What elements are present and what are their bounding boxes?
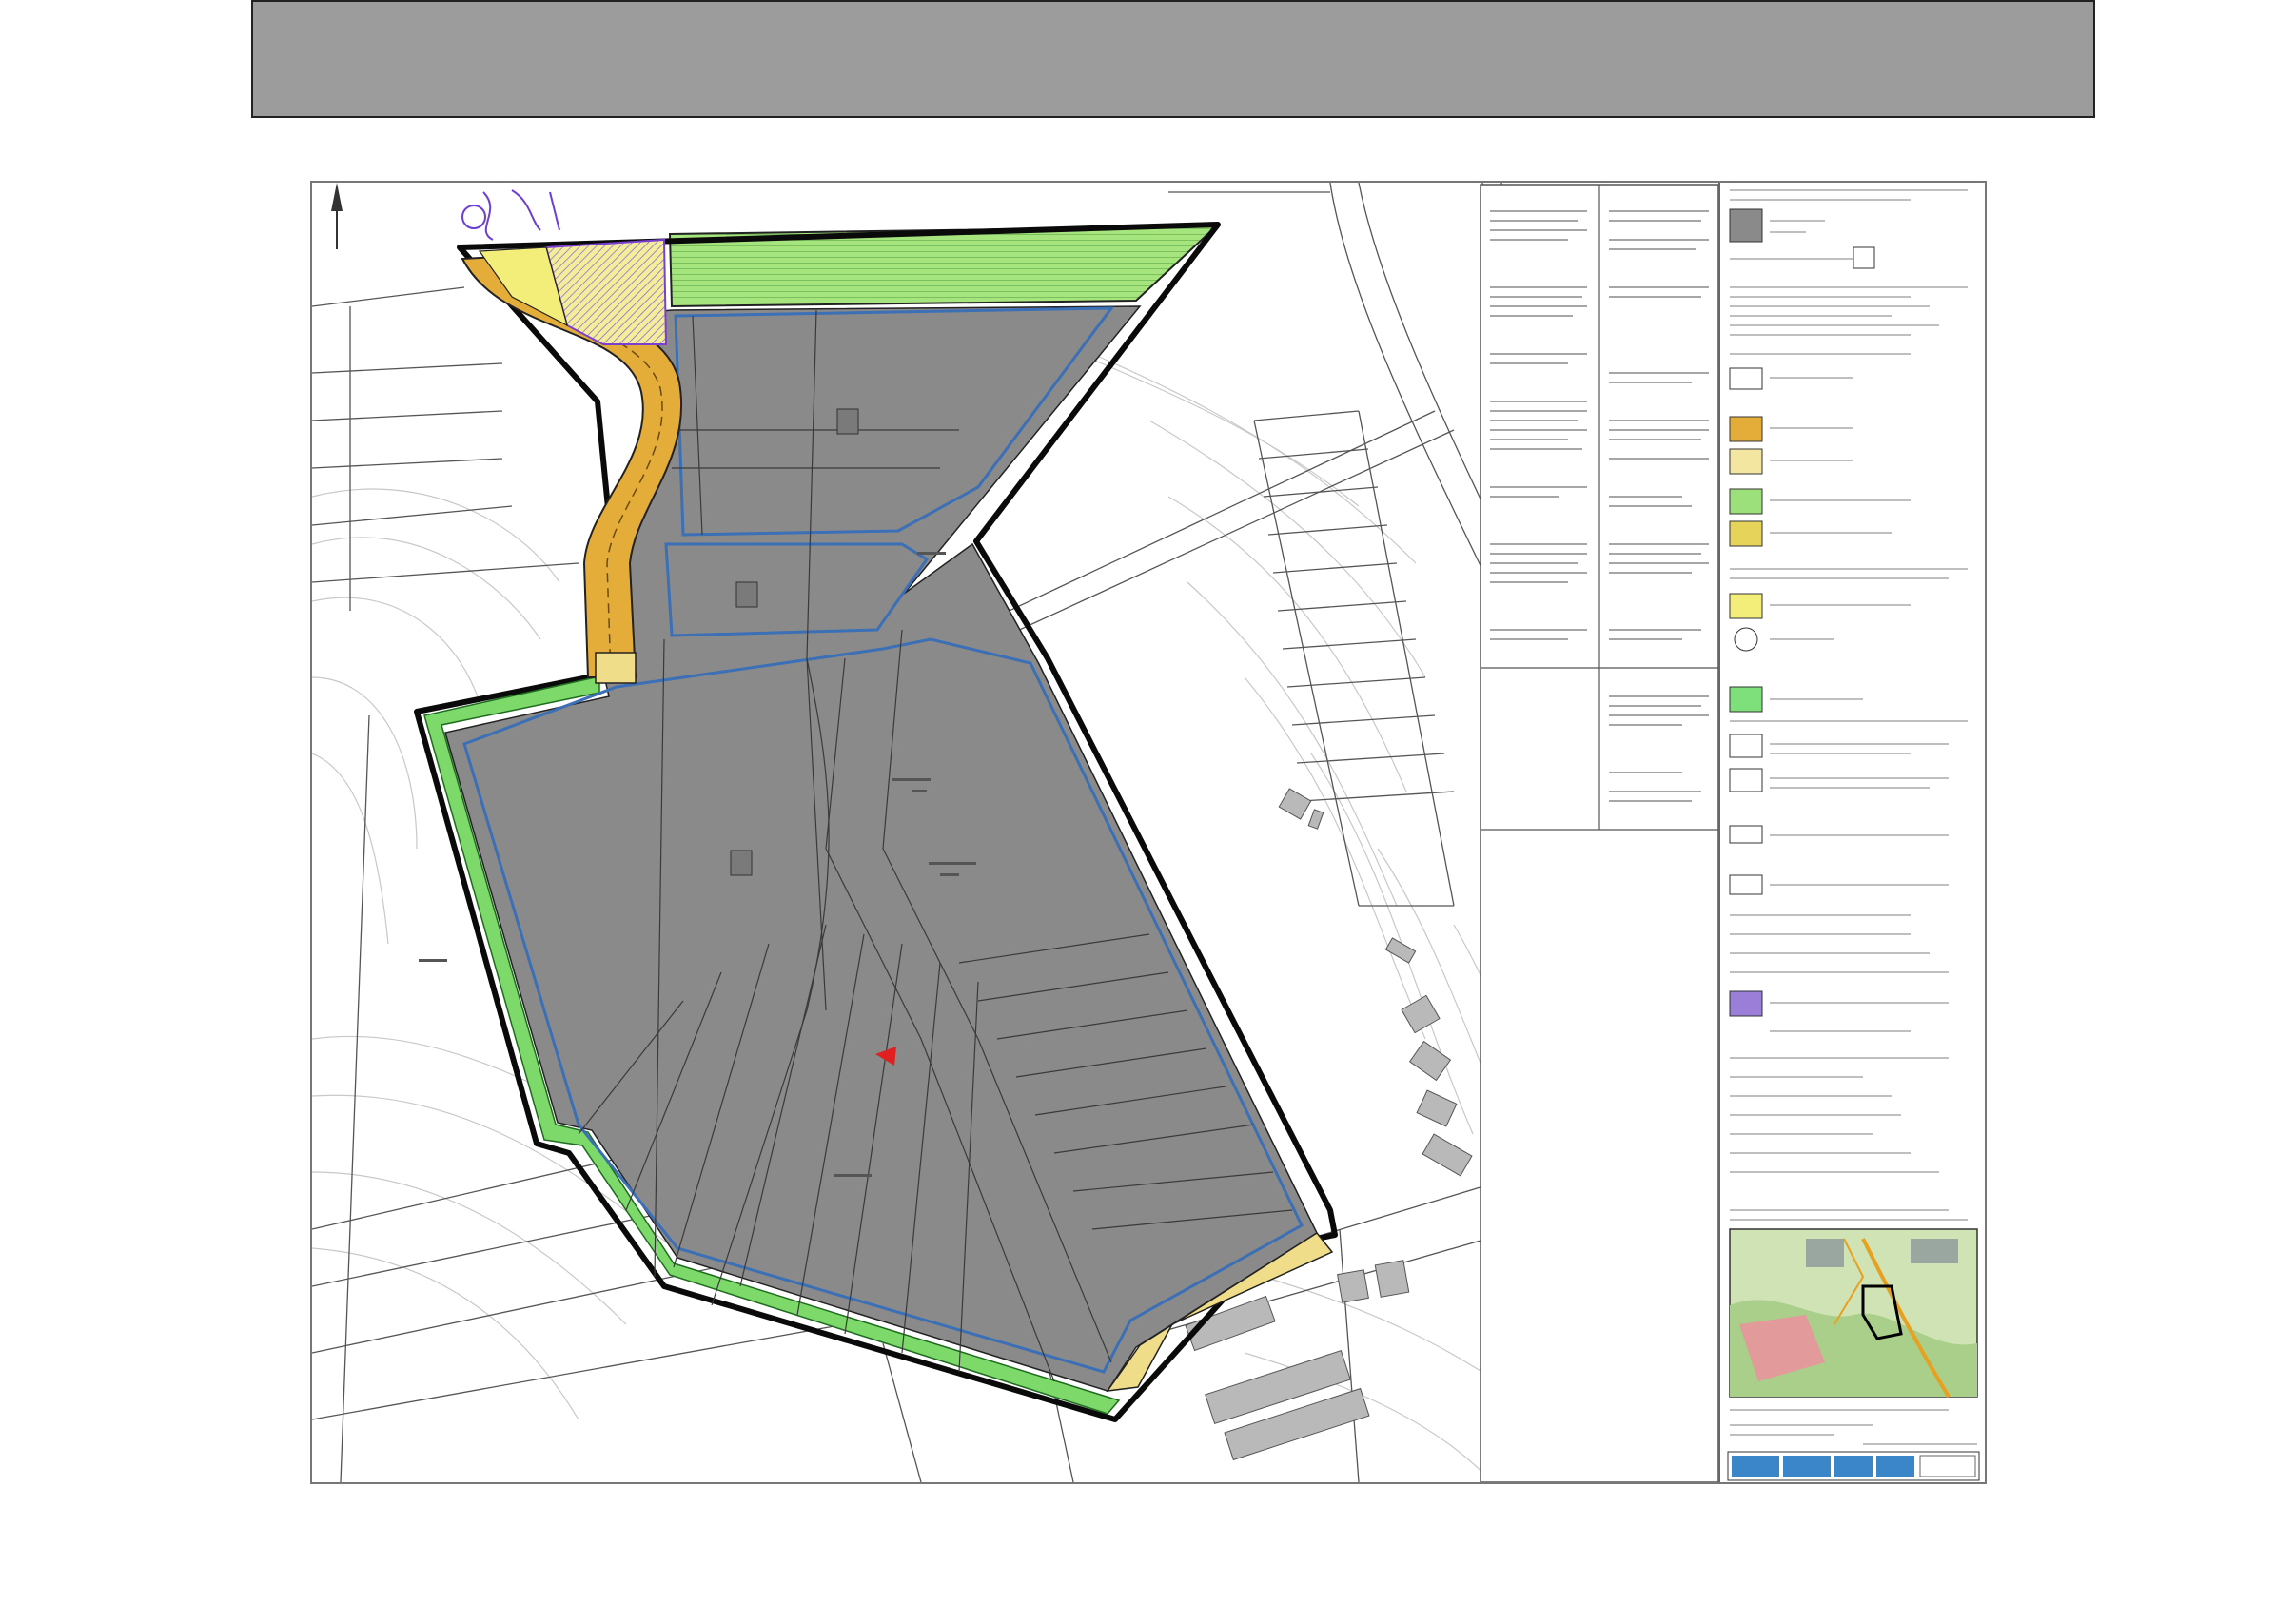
yellow-hatch-swatch	[1729, 520, 1763, 547]
slide-header-bar	[251, 0, 2095, 118]
orange-road-swatch	[1729, 416, 1763, 442]
purple-planning-marks	[461, 189, 560, 241]
plan-legend	[1718, 183, 1985, 1482]
title-block-logos	[1727, 1451, 1980, 1481]
site-plan-map	[310, 181, 1987, 1484]
yellow-area-swatch	[1729, 593, 1763, 619]
road-turnaround	[595, 652, 637, 684]
location-overview-map	[1729, 1228, 1978, 1399]
development-area	[444, 305, 1318, 1392]
black-border-swatch	[1729, 734, 1763, 758]
green-hatch-swatch	[1729, 488, 1763, 515]
plan-text-columns	[1480, 184, 1719, 1482]
north-arrow-icon	[331, 183, 343, 249]
circle-symbol	[1734, 627, 1758, 652]
purple-hatch-swatch	[1729, 990, 1763, 1017]
light-yellow-swatch	[1729, 448, 1763, 475]
green-area-swatch	[1729, 686, 1763, 713]
grey-area-swatch	[1729, 208, 1763, 243]
blue-boundary-swatch	[1729, 367, 1763, 390]
legend-drawing	[1727, 189, 1980, 1481]
